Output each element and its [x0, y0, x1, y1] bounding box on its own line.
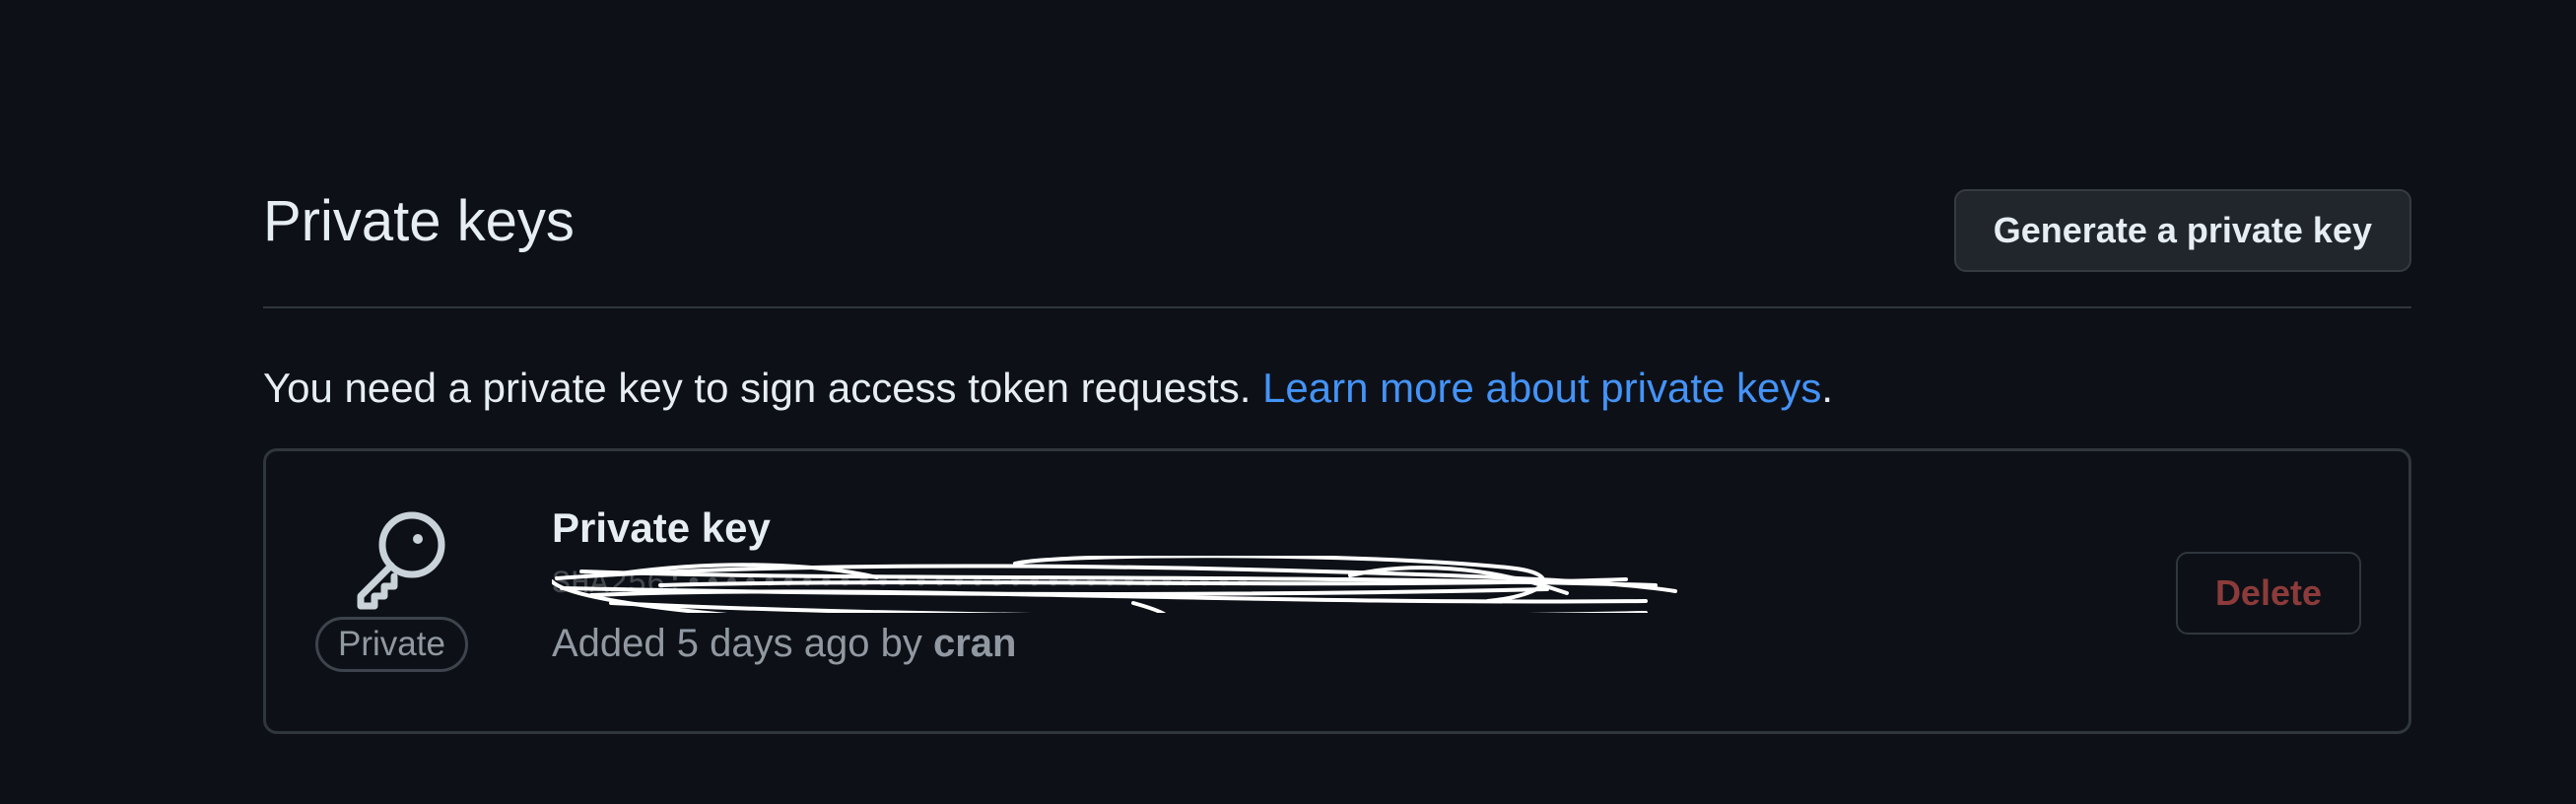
section-description: You need a private key to sign access to…: [263, 357, 1833, 420]
learn-more-link[interactable]: Learn more about private keys: [1262, 365, 1821, 411]
added-prefix: Added 5 days ago by: [552, 622, 933, 665]
delete-key-button[interactable]: Delete: [2175, 552, 2361, 635]
page-title: Private keys: [263, 189, 575, 253]
redaction-scribble: [552, 556, 1677, 613]
private-badge: Private: [315, 617, 468, 672]
description-suffix: .: [1821, 365, 1834, 411]
private-key-card: Private Private key SHA256:•••••••••••••…: [263, 448, 2411, 734]
key-icon: [345, 505, 453, 614]
generate-private-key-button[interactable]: Generate a private key: [1953, 189, 2411, 272]
key-added-info: Added 5 days ago by cran: [552, 613, 1715, 674]
section-header: Private keys Generate a private key: [263, 187, 2411, 308]
key-info: Private key SHA256:•••••••••••••••••••••…: [552, 501, 1715, 674]
private-keys-page: Private keys Generate a private key You …: [0, 0, 2576, 804]
description-text: You need a private key to sign access to…: [263, 365, 1263, 411]
key-fingerprint: SHA256:••••••••••••••••••••••••••••••: [552, 556, 1715, 613]
key-name: Private key: [552, 504, 771, 551]
added-by-user: cran: [932, 622, 1017, 665]
